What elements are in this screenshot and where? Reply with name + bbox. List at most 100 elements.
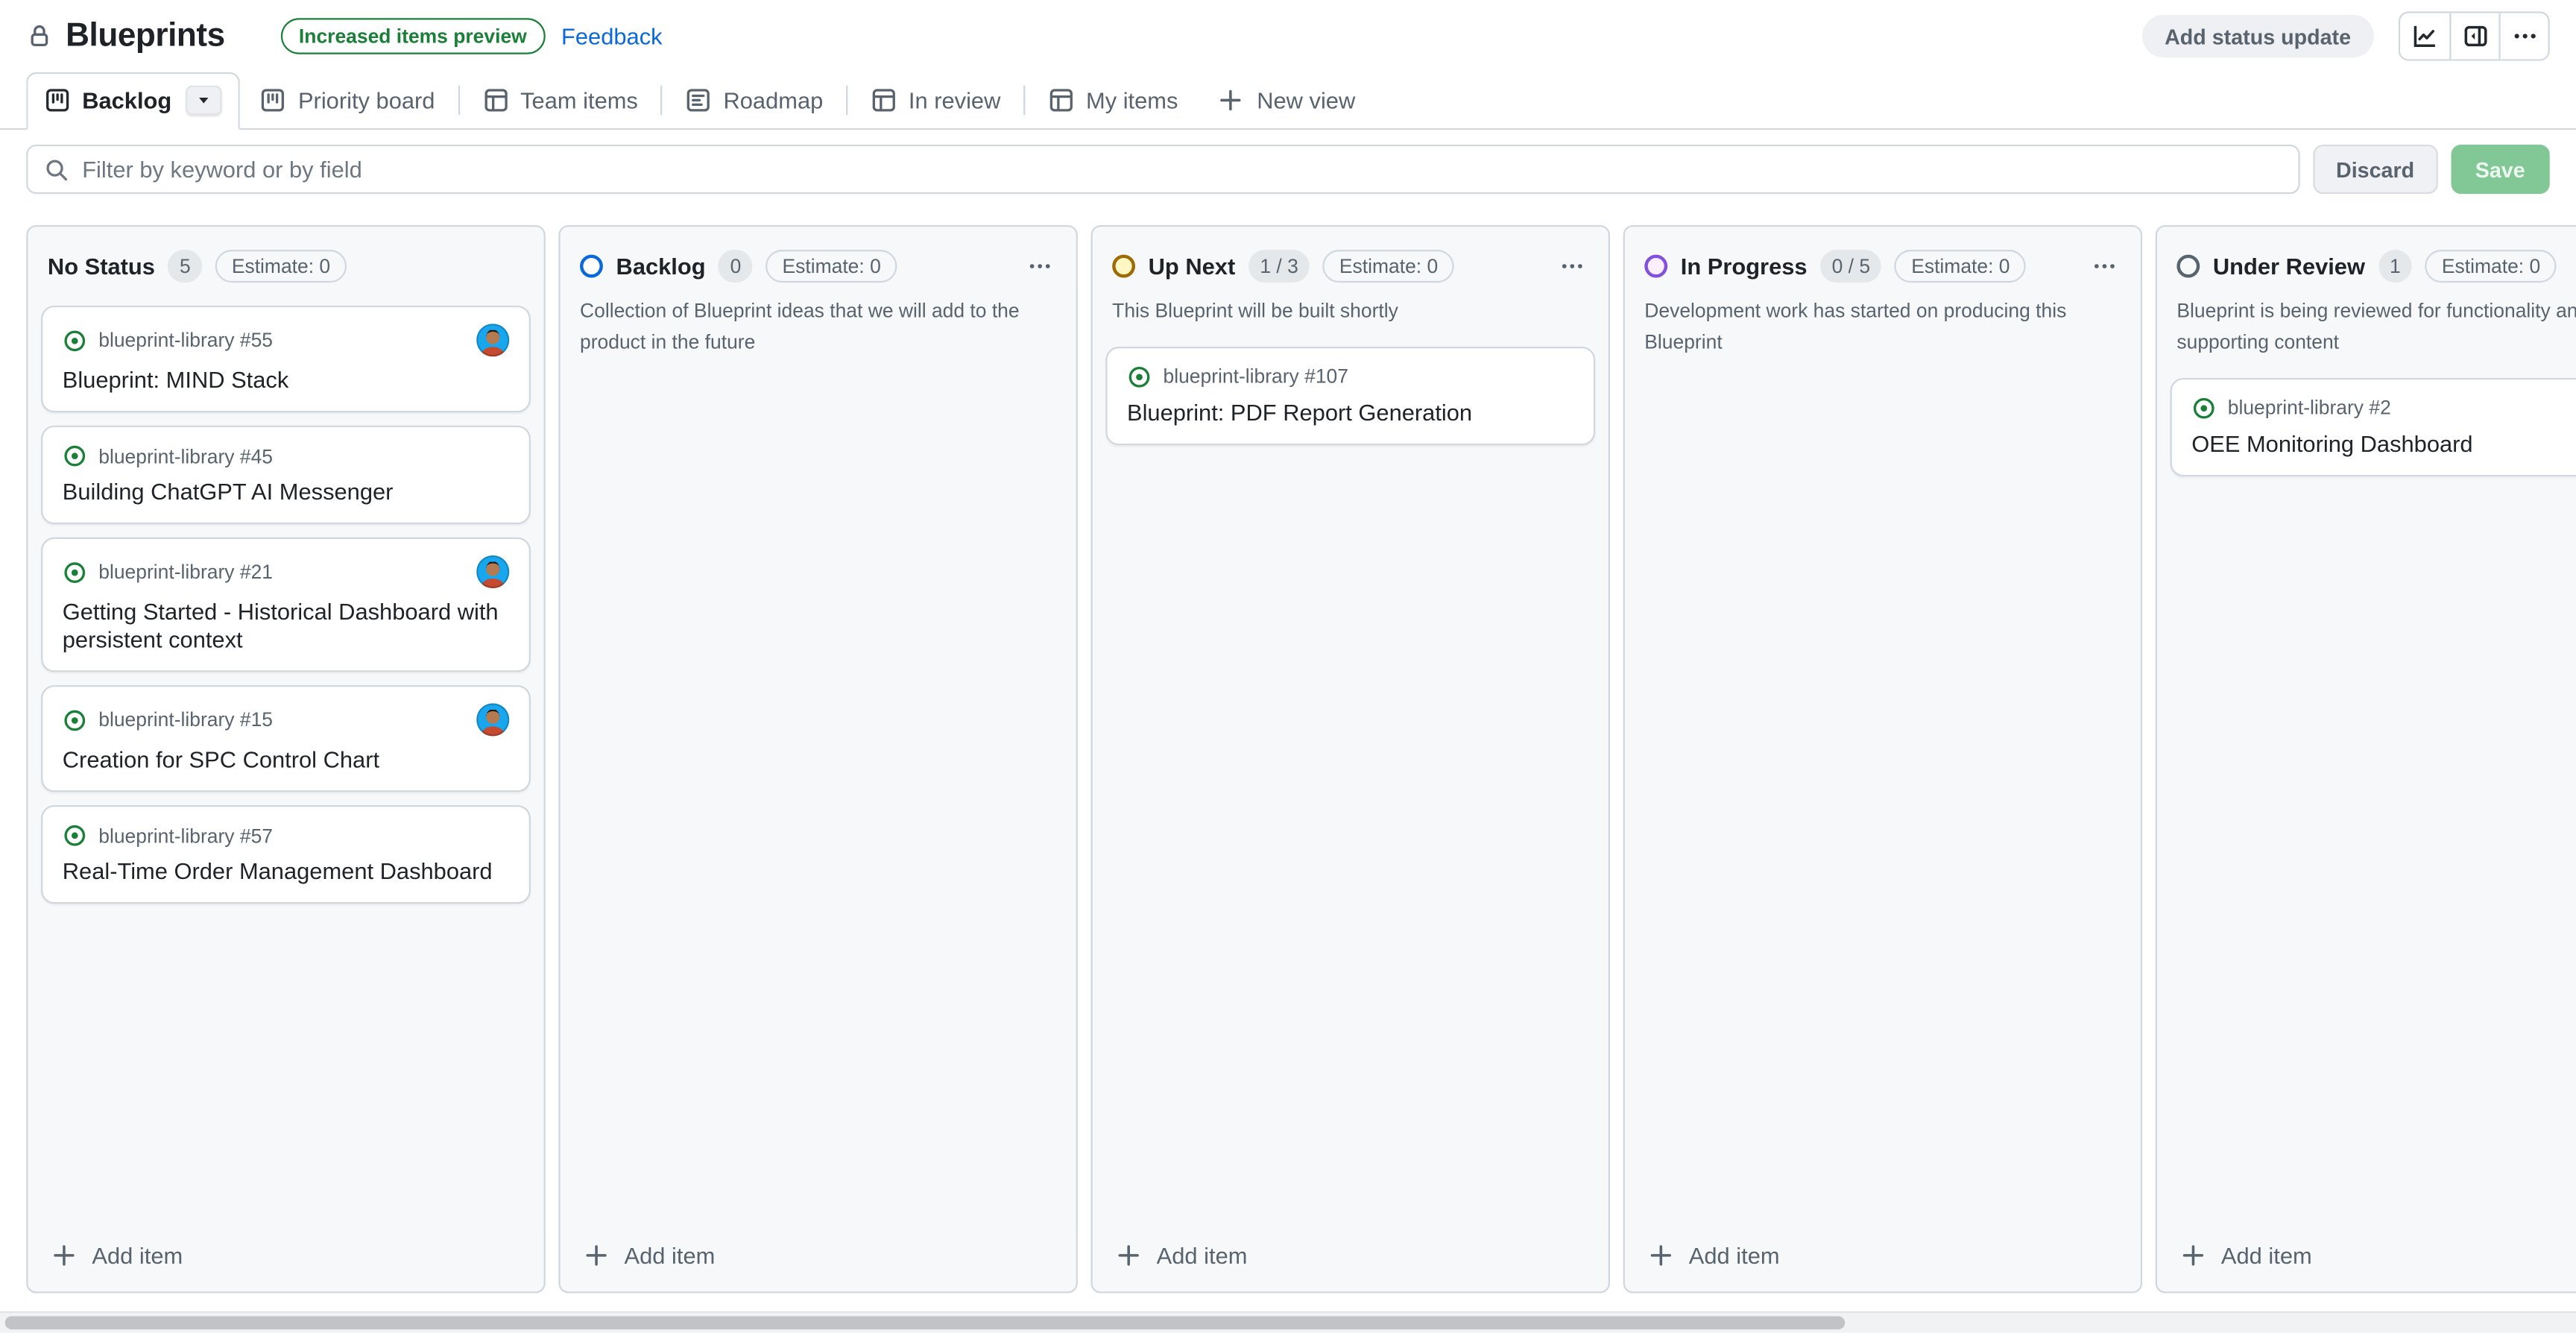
- tab-label: New view: [1257, 86, 1355, 113]
- discard-button[interactable]: Discard: [2313, 145, 2437, 194]
- preview-badge: Increased items preview: [281, 18, 545, 54]
- plus-icon: [1648, 1242, 1674, 1268]
- add-item-button[interactable]: Add item: [1625, 1226, 2141, 1291]
- tab-in-review[interactable]: In review: [851, 71, 1020, 128]
- tab-label: Priority board: [298, 86, 435, 113]
- column-description: This Blueprint will be built shortly: [1093, 296, 1609, 337]
- tab-label: Backlog: [82, 87, 171, 113]
- column-estimate-badge: Estimate: 0: [215, 250, 347, 283]
- status-icon: [580, 255, 603, 278]
- tab-divider: [458, 85, 459, 115]
- column-count-badge: 0: [719, 250, 753, 283]
- tab-label: Team items: [520, 86, 638, 113]
- column-count-badge: 1: [2378, 250, 2413, 283]
- tab-divider: [661, 85, 663, 115]
- tab-team-items[interactable]: Team items: [463, 71, 657, 128]
- board-card[interactable]: blueprint-library #57 Real-Time Order Ma…: [41, 806, 531, 904]
- insights-chart-icon[interactable]: [2400, 13, 2449, 60]
- card-title[interactable]: Blueprint: MIND Stack: [63, 367, 510, 395]
- card-title[interactable]: Creation for SPC Control Chart: [63, 746, 510, 775]
- tab-my-items[interactable]: My items: [1029, 71, 1198, 128]
- column-estimate-badge: Estimate: 0: [1323, 250, 1454, 283]
- column-description: Blueprint is being reviewed for function…: [2157, 296, 2576, 368]
- project-header: Blueprints Increased items preview Feedb…: [0, 0, 2576, 72]
- card-title[interactable]: Building ChatGPT AI Messenger: [63, 479, 510, 507]
- add-item-button[interactable]: Add item: [1093, 1226, 1609, 1291]
- column-no-status: No Status 5 Estimate: 0 blueprint-librar…: [26, 225, 545, 1293]
- assignee-avatar[interactable]: [476, 555, 509, 588]
- add-status-update-button[interactable]: Add status update: [2141, 15, 2374, 57]
- add-item-button[interactable]: Add item: [2157, 1226, 2576, 1291]
- column-backlog: Backlog 0 Estimate: 0 Collection of Blue…: [558, 225, 1077, 1293]
- filter-bar: Discard Save: [0, 130, 2576, 209]
- open-issue-icon: [63, 708, 87, 733]
- board-columns: No Status 5 Estimate: 0 blueprint-librar…: [0, 209, 2576, 1293]
- column-estimate-badge: Estimate: 0: [2425, 250, 2557, 283]
- table-icon: [1048, 86, 1074, 113]
- column-description: Collection of Blueprint ideas that we wi…: [561, 296, 1076, 368]
- tab-label: Roadmap: [723, 86, 823, 113]
- table-icon: [482, 86, 508, 113]
- add-item-button[interactable]: Add item: [561, 1226, 1076, 1291]
- card-repo-number: blueprint-library #21: [98, 561, 273, 584]
- tab-backlog[interactable]: Backlog: [26, 72, 241, 129]
- column-menu-button[interactable]: [1023, 253, 1056, 279]
- board-card[interactable]: blueprint-library #107 Blueprint: PDF Re…: [1105, 347, 1595, 445]
- column-cards: blueprint-library #2 OEE Monitoring Dash…: [2157, 368, 2576, 490]
- feedback-link[interactable]: Feedback: [561, 23, 663, 49]
- tab-new-view[interactable]: New view: [1198, 71, 1375, 128]
- table-icon: [871, 86, 897, 113]
- filter-input[interactable]: [82, 156, 2282, 182]
- column-title: Up Next: [1149, 253, 1236, 279]
- column-estimate-badge: Estimate: 0: [765, 250, 897, 283]
- open-issue-icon: [63, 444, 87, 468]
- tab-label: My items: [1086, 86, 1178, 113]
- card-repo-number: blueprint-library #2: [2228, 397, 2391, 420]
- projects-board-page: Blueprints Increased items preview Feedb…: [0, 0, 2576, 1333]
- kebab-menu-icon[interactable]: [2498, 13, 2548, 60]
- tab-divider: [1023, 85, 1025, 115]
- column-header: Up Next 1 / 3 Estimate: 0: [1093, 227, 1609, 296]
- card-title[interactable]: Getting Started - Historical Dashboard w…: [63, 599, 510, 655]
- open-issue-icon: [1127, 365, 1152, 389]
- tab-priority-board[interactable]: Priority board: [241, 71, 455, 128]
- open-issue-icon: [2191, 396, 2216, 420]
- add-item-button[interactable]: Add item: [28, 1226, 543, 1291]
- board-card[interactable]: blueprint-library #21 Getting Started - …: [41, 538, 531, 672]
- column-cards: [1625, 368, 2141, 391]
- horizontal-scrollbar[interactable]: [0, 1311, 2576, 1333]
- column-count-badge: 0 / 5: [1820, 250, 1881, 283]
- board-card[interactable]: blueprint-library #45 Building ChatGPT A…: [41, 426, 531, 524]
- card-repo-number: blueprint-library #45: [98, 444, 273, 467]
- column-menu-button[interactable]: [2088, 253, 2121, 279]
- plus-icon: [1217, 86, 1243, 113]
- column-description: Development work has started on producin…: [1625, 296, 2141, 368]
- column-header: Backlog 0 Estimate: 0: [561, 227, 1076, 296]
- column-cards: [561, 368, 1076, 391]
- status-icon: [2176, 255, 2200, 278]
- board-card[interactable]: blueprint-library #15 Creation for SPC C…: [41, 686, 531, 792]
- card-title[interactable]: Blueprint: PDF Report Generation: [1127, 399, 1574, 427]
- plus-icon: [2180, 1242, 2206, 1268]
- column-title: Under Review: [2213, 253, 2365, 279]
- card-repo-number: blueprint-library #15: [98, 709, 273, 732]
- board-card[interactable]: blueprint-library #2 OEE Monitoring Dash…: [2171, 378, 2576, 476]
- save-button[interactable]: Save: [2451, 145, 2550, 194]
- tab-divider: [846, 85, 847, 115]
- card-repo-number: blueprint-library #57: [98, 825, 273, 848]
- view-tabs-bar: Backlog Priority board Team items: [0, 72, 2576, 130]
- column-cards: blueprint-library #55 Blueprint: MIND St…: [28, 296, 543, 918]
- card-title[interactable]: OEE Monitoring Dashboard: [2191, 430, 2576, 458]
- assignee-avatar[interactable]: [476, 324, 509, 356]
- tab-roadmap[interactable]: Roadmap: [666, 71, 842, 128]
- side-panel-icon[interactable]: [2449, 13, 2498, 60]
- status-icon: [1112, 255, 1135, 278]
- card-title[interactable]: Real-Time Order Management Dashboard: [63, 858, 510, 886]
- view-options-caret[interactable]: [186, 86, 222, 116]
- column-menu-button[interactable]: [1556, 253, 1588, 279]
- board-card[interactable]: blueprint-library #55 Blueprint: MIND St…: [41, 306, 531, 412]
- scrollbar-thumb[interactable]: [5, 1316, 1846, 1329]
- page-title: Blueprints: [66, 17, 225, 55]
- add-item-label: Add item: [2221, 1242, 2312, 1268]
- assignee-avatar[interactable]: [476, 704, 509, 737]
